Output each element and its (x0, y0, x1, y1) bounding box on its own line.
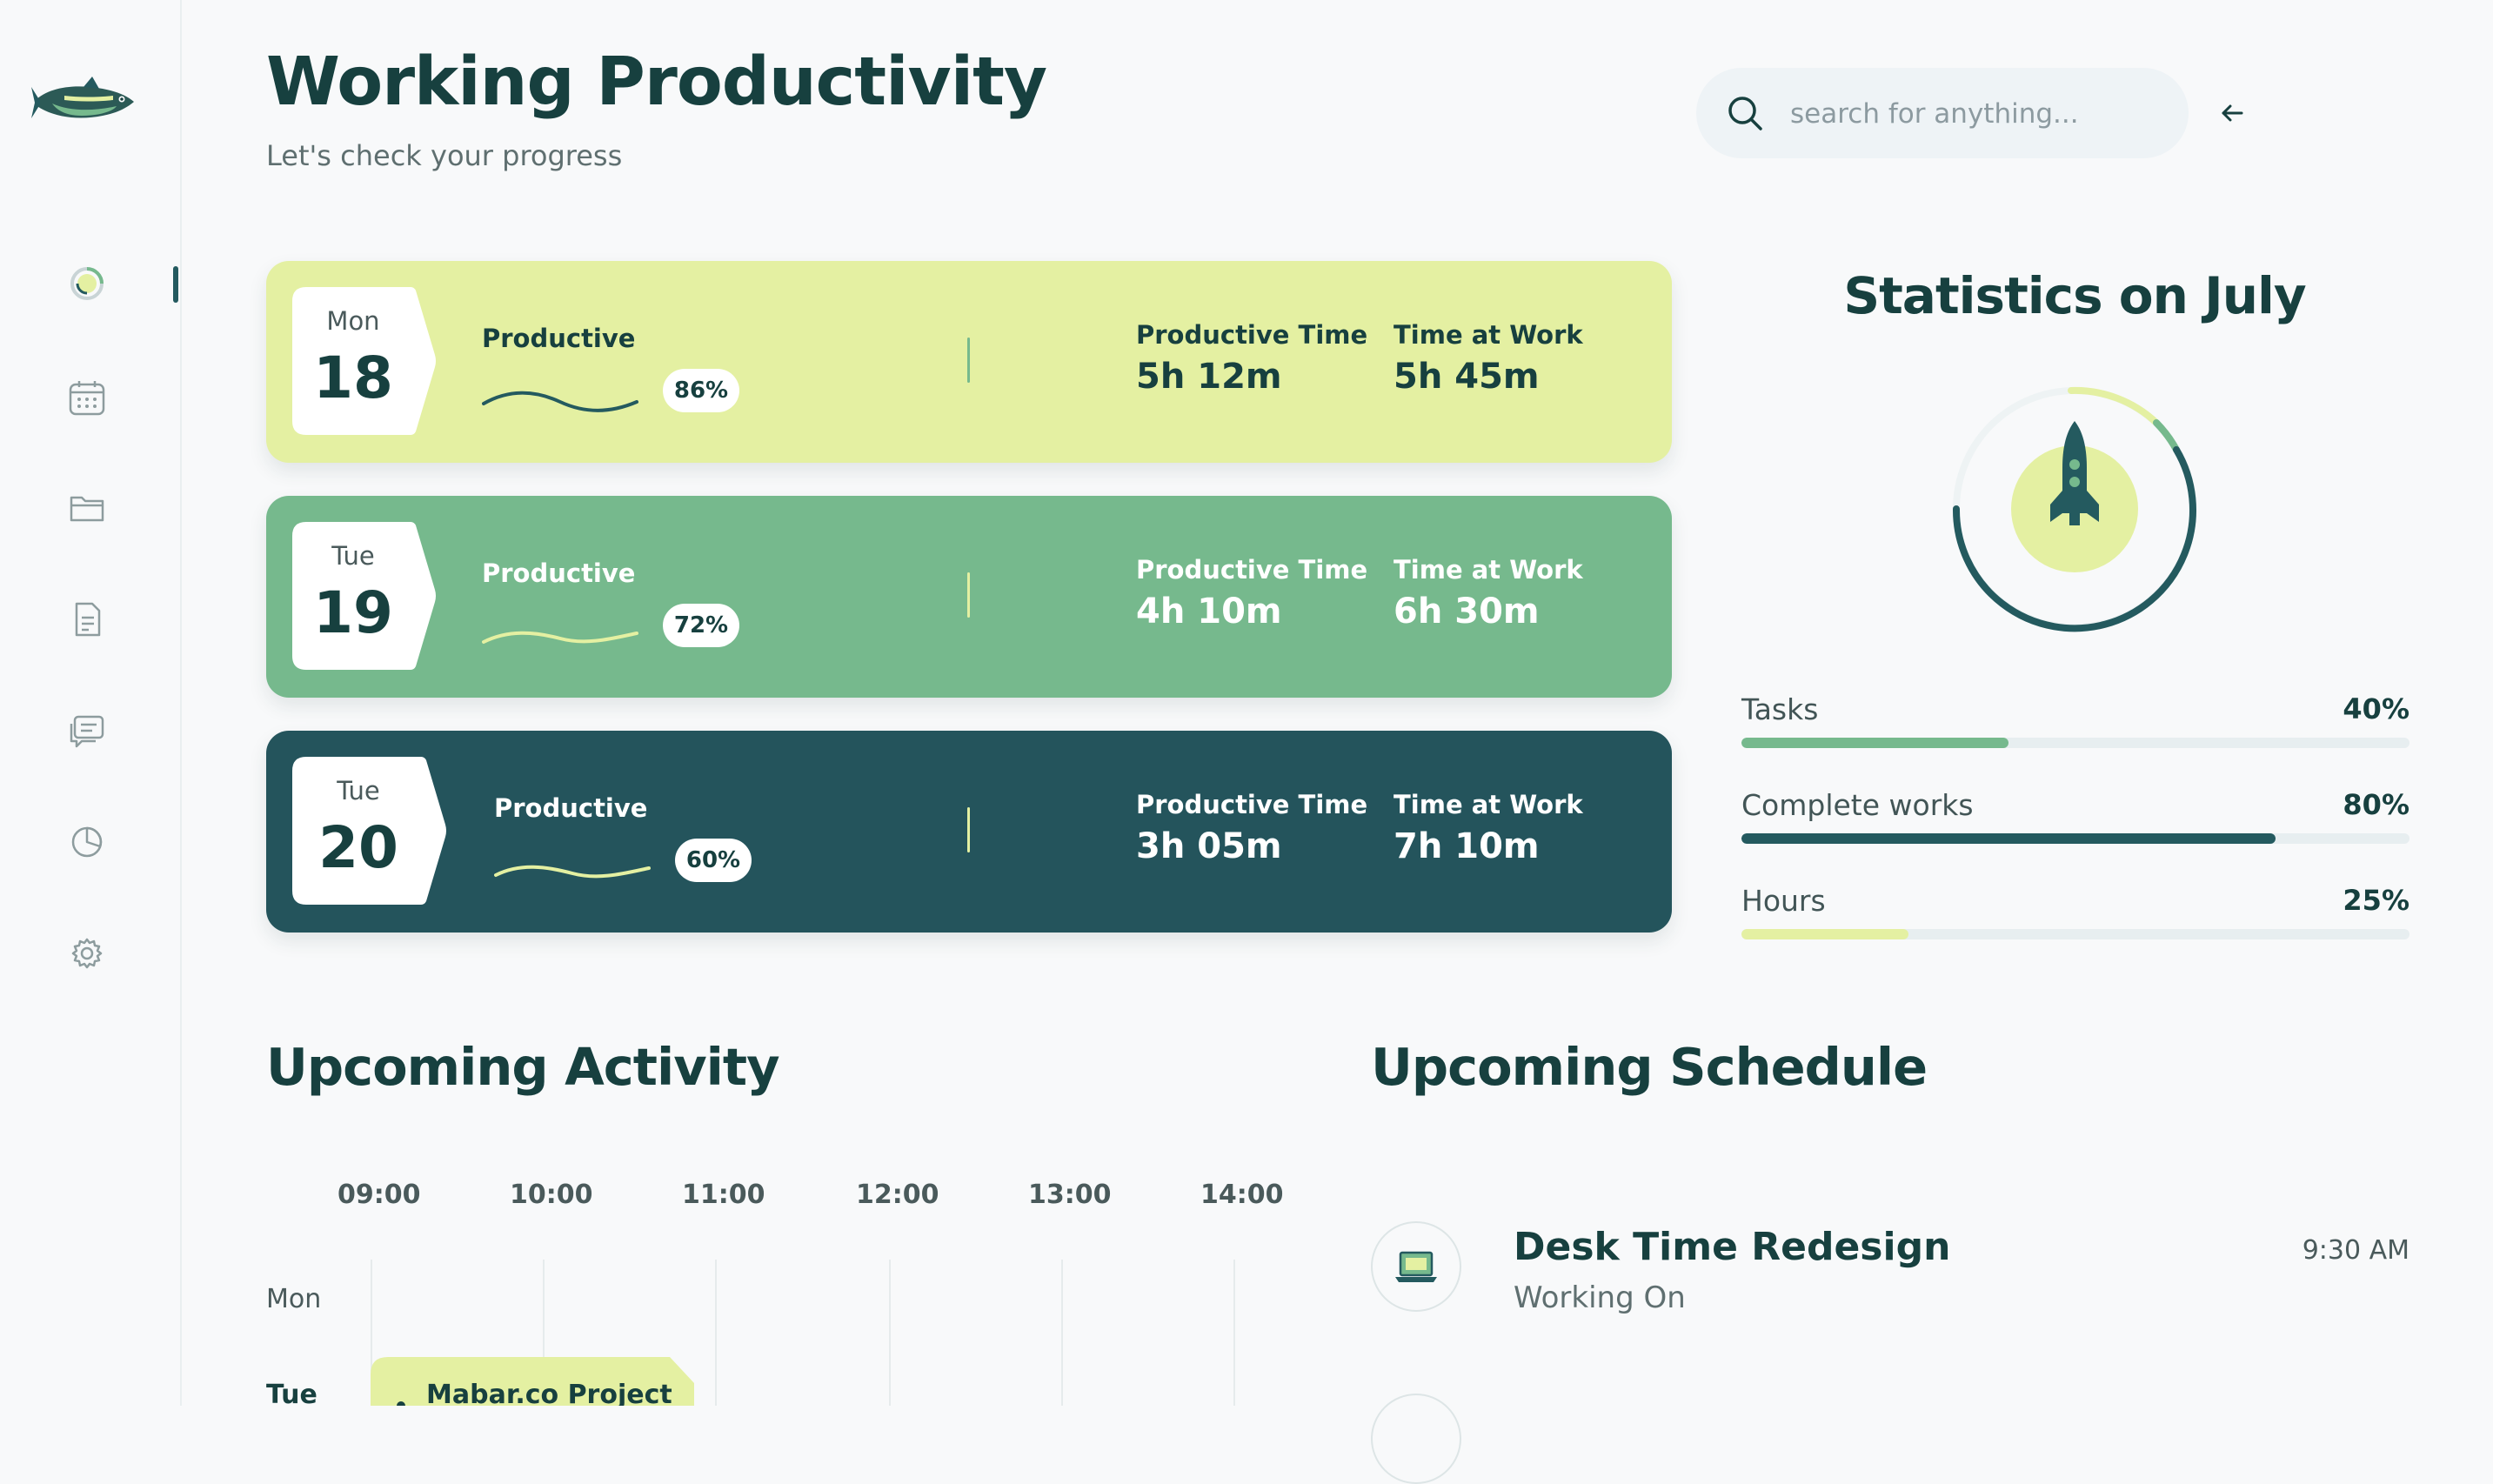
stat-value: 40% (2343, 692, 2409, 725)
search-bar[interactable] (1696, 68, 2189, 158)
time-label: 10:00 (510, 1180, 593, 1210)
sidebar-active-indicator (173, 266, 178, 303)
productivity-wave-icon (494, 865, 651, 879)
productive-percent-badge: 60% (675, 839, 752, 882)
progress-ring-rocket-icon (1952, 386, 2196, 632)
time-at-work-value: 6h 30m (1394, 592, 1540, 632)
productive-time-label: Productive Time (1136, 555, 1368, 585)
productive-time-value: 4h 10m (1136, 592, 1282, 632)
date-number: 19 (313, 579, 393, 646)
stat-label: Hours (1741, 884, 1826, 918)
productivity-wave-icon (482, 631, 638, 644)
sidebar (0, 0, 182, 1406)
day-card-tue-19[interactable]: Tue 19 Productive 72% Productive Time 4h… (266, 496, 1672, 698)
sidebar-item-dashboard[interactable] (63, 259, 111, 308)
productivity-wave-icon (482, 391, 638, 412)
productive-label: Productive (482, 324, 636, 353)
sidebar-item-calendar[interactable] (63, 374, 111, 423)
day-label: Tue (266, 1380, 317, 1406)
schedule-item-icon (1371, 1221, 1461, 1312)
grid-line (715, 1260, 717, 1406)
back-button[interactable] (2209, 90, 2255, 136)
date-tag: Tue 19 (292, 522, 440, 670)
productive-time-value: 5h 12m (1136, 357, 1282, 397)
sidebar-item-reports[interactable] (63, 818, 111, 866)
sidebar-item-messages[interactable] (63, 706, 111, 755)
grid-line (889, 1260, 891, 1406)
time-label: 13:00 (1028, 1180, 1112, 1210)
schedule-item[interactable]: Desk Time Redesign Working On 9:30 AM (1371, 1221, 2409, 1326)
time-label: 14:00 (1200, 1180, 1284, 1210)
time-label: 12:00 (856, 1180, 939, 1210)
time-at-work-label: Time at Work (1394, 320, 1583, 350)
stat-value: 80% (2343, 788, 2409, 821)
date-weekday: Tue (337, 776, 380, 806)
dashboard-icon (70, 267, 104, 300)
day-label: Mon (266, 1284, 322, 1314)
event-label: Mabar.co Project (426, 1380, 672, 1406)
schedule-title: Desk Time Redesign (1514, 1225, 1951, 1269)
sidebar-item-documents[interactable] (63, 595, 111, 644)
sidebar-item-folder[interactable] (63, 484, 111, 532)
sidebar-item-settings[interactable] (63, 929, 111, 978)
schedule-item-partial[interactable] (1371, 1394, 1461, 1484)
productive-percent-badge: 86% (663, 369, 739, 412)
document-icon (75, 602, 101, 637)
progress-fill (1741, 738, 2009, 748)
folder-icon (70, 496, 104, 522)
day-card-mon-18[interactable]: Mon 18 Productive 86% Productive Time 5h… (266, 261, 1672, 463)
search-icon (1728, 97, 1762, 130)
progress-fill (1741, 833, 2276, 844)
productive-time-label: Productive Time (1136, 790, 1368, 819)
settings-icon (71, 938, 103, 969)
stat-label: Tasks (1741, 692, 1819, 726)
date-tag: Mon 18 (292, 287, 440, 435)
productive-time-label: Productive Time (1136, 320, 1368, 350)
progress-track (1741, 929, 2409, 939)
messages-icon (70, 715, 104, 748)
activity-timeline: 09:00 10:00 11:00 12:00 13:00 14:00 Mon … (266, 1148, 1327, 1406)
reports-icon (71, 826, 103, 858)
laptop-icon (1395, 1251, 1437, 1282)
date-weekday: Tue (331, 541, 375, 571)
time-at-work-value: 5h 45m (1394, 357, 1540, 397)
date-number: 20 (318, 814, 398, 881)
time-label: 11:00 (682, 1180, 765, 1210)
time-label: 09:00 (338, 1180, 421, 1210)
upcoming-schedule-title: Upcoming Schedule (1371, 1037, 1928, 1097)
time-at-work-value: 7h 10m (1394, 826, 1540, 866)
date-tag: Tue 20 (292, 757, 446, 905)
card-divider (967, 572, 970, 618)
grid-line (1061, 1260, 1063, 1406)
progress-track (1741, 738, 2409, 748)
schedule-subtitle: Working On (1514, 1280, 1686, 1315)
productive-label: Productive (482, 558, 636, 588)
progress-track (1741, 833, 2409, 844)
stat-value: 25% (2343, 884, 2409, 917)
search-input[interactable] (1788, 87, 2157, 141)
productive-time-value: 3h 05m (1136, 826, 1282, 866)
progress-fill (1741, 929, 1908, 939)
date-weekday: Mon (326, 306, 380, 336)
stat-label: Complete works (1741, 788, 1974, 822)
productive-percent-badge: 72% (663, 604, 739, 647)
arrow-left-icon (2222, 104, 2243, 122)
calendar-icon (69, 381, 105, 416)
statistics-title: Statistics on July (1843, 266, 2306, 325)
schedule-time: 9:30 AM (2302, 1235, 2409, 1266)
productive-label: Productive (494, 793, 648, 823)
time-at-work-label: Time at Work (1394, 555, 1583, 585)
event-dot (397, 1401, 405, 1406)
fish-logo-icon (31, 77, 134, 118)
day-card-tue-20[interactable]: Tue 20 Productive 60% Productive Time 3h… (266, 731, 1672, 933)
date-number: 18 (313, 344, 393, 411)
card-divider (967, 338, 970, 383)
page-subtitle: Let's check your progress (266, 139, 623, 172)
page-title: Working Productivity (266, 43, 1047, 121)
upcoming-activity-title: Upcoming Activity (266, 1037, 780, 1097)
grid-line (1233, 1260, 1235, 1406)
card-divider (967, 807, 970, 852)
time-at-work-label: Time at Work (1394, 790, 1583, 819)
